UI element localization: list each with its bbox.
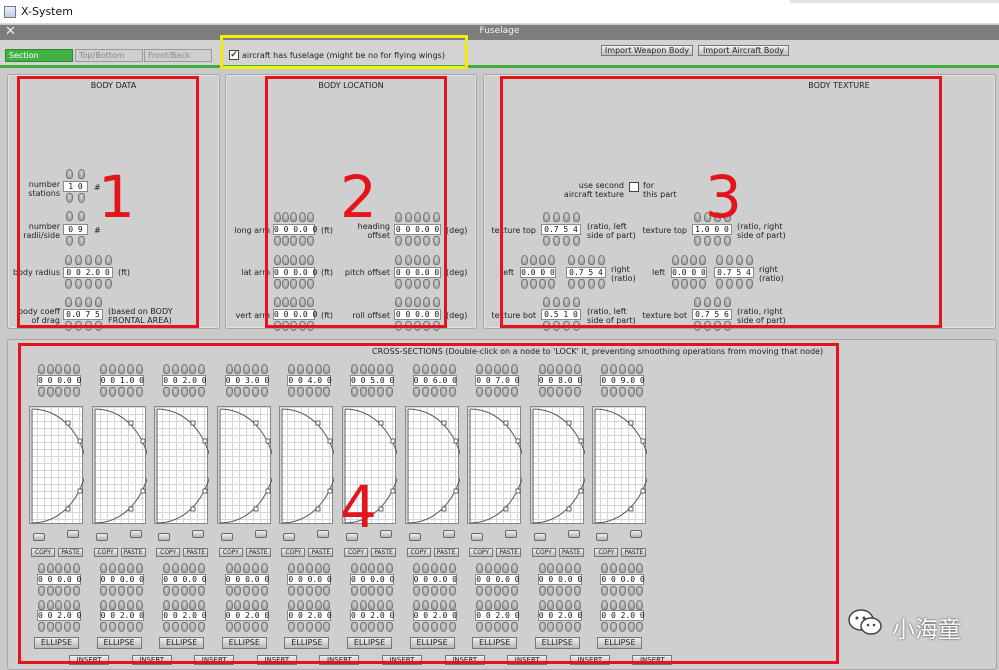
window-title: X-System [21, 5, 73, 18]
annotation-box-4 [18, 343, 839, 664]
tab-section[interactable]: Section [5, 49, 73, 62]
import-weapon-body-button[interactable]: Import Weapon Body [601, 45, 693, 56]
has-fuselage-checkbox[interactable]: ✔ [229, 50, 239, 60]
wechat-logo-icon [846, 607, 884, 637]
annotation-number-3: 3 [705, 163, 742, 231]
title-bar: X-System [0, 0, 999, 24]
annotation-number-1: 1 [98, 163, 135, 231]
heading-unit: (deg) [446, 226, 468, 235]
annotation-number-2: 2 [340, 163, 377, 231]
tab-top-bottom[interactable]: Top/Bottom [75, 49, 143, 62]
title-bar-edge [790, 0, 999, 3]
tab-row: Section Top/Bottom Front/Back ✔ aircraft… [0, 35, 999, 69]
app-icon [4, 6, 16, 18]
annotation-number-4: 4 [340, 473, 377, 541]
close-icon[interactable]: ✕ [5, 24, 16, 40]
watermark-text: 小海童 [892, 617, 961, 643]
fuselage-window-title: Fuselage [479, 26, 520, 36]
vert-arm-label: vert arm [235, 311, 270, 320]
x-system-window: X-System Fuselage ✕ Section Top/Bottom F… [0, 0, 999, 670]
has-fuselage-label: aircraft has fuselage (might be no for f… [242, 51, 445, 60]
import-aircraft-body-button[interactable]: Import Aircraft Body [698, 45, 789, 56]
pitch-unit: (deg) [446, 268, 468, 277]
tab-front-back[interactable]: Front/Back [144, 49, 212, 62]
fuselage-header-bar: Fuselage ✕ [0, 24, 999, 40]
long-arm-label: long arm [234, 226, 270, 235]
roll-unit: (deg) [446, 311, 468, 320]
lat-arm-label: lat arm [241, 268, 270, 277]
